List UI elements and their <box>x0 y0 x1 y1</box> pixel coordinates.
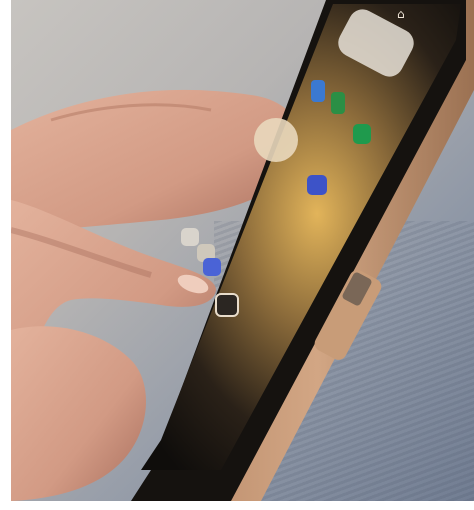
app-icon <box>311 80 325 102</box>
hand-thumb <box>11 326 146 501</box>
lock-icon: ⌂ <box>397 7 405 21</box>
app-icon <box>353 124 371 144</box>
photo: ⌂ <box>0 0 474 510</box>
app-icon <box>181 228 199 246</box>
music-widget <box>254 118 298 162</box>
app-icon <box>331 92 345 114</box>
camera-icon <box>215 293 239 317</box>
app-icon <box>307 175 327 195</box>
app-icon <box>203 258 221 276</box>
scene: ⌂ <box>11 0 474 501</box>
